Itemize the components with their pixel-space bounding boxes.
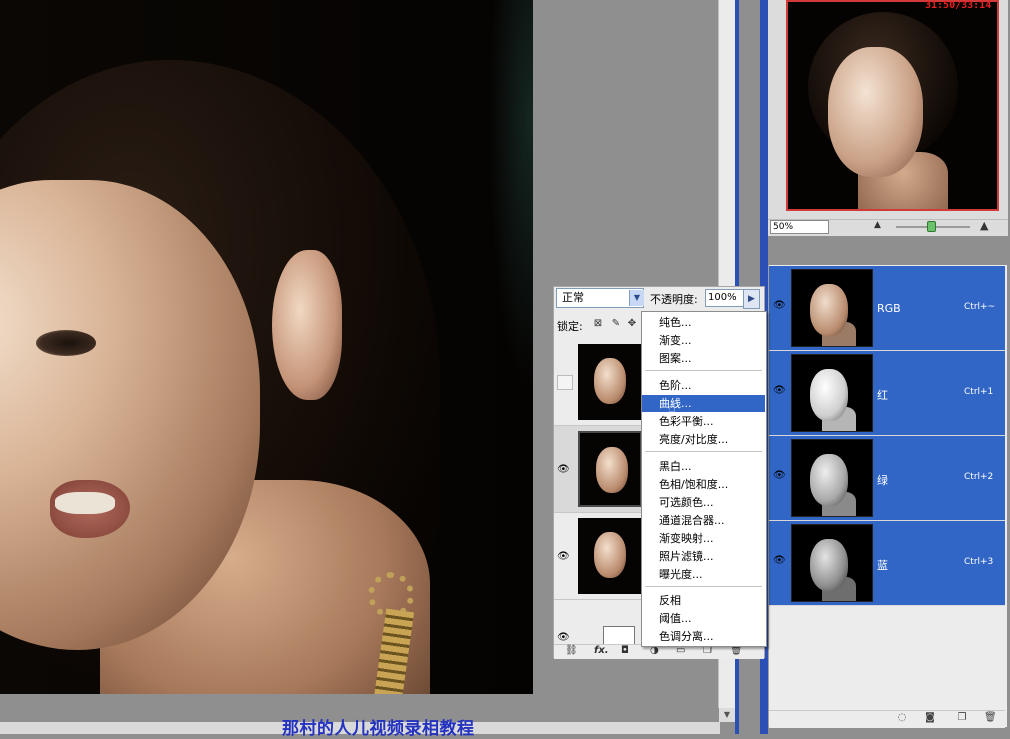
new-channel-icon[interactable]: ❐	[956, 712, 968, 724]
menu-item-hue-saturation[interactable]: 色相/饱和度...	[642, 476, 765, 493]
menu-separator	[645, 370, 762, 371]
zoom-level-field[interactable]: 50%	[770, 220, 829, 234]
channel-thumbnail	[791, 269, 873, 347]
eye-icon[interactable]: 👁	[557, 551, 570, 562]
menu-item-pattern[interactable]: 图案...	[642, 350, 765, 367]
channel-name: RGB	[877, 302, 901, 315]
preview-face	[828, 47, 923, 177]
eye-icon[interactable]: 👁	[557, 464, 570, 475]
menu-item-brightness-contrast[interactable]: 亮度/对比度...	[642, 431, 765, 448]
channel-shortcut: Ctrl+3	[964, 557, 994, 567]
menu-item-channel-mixer[interactable]: 通道混合器...	[642, 512, 765, 529]
channels-footer	[769, 710, 1005, 728]
channel-row-rgb[interactable]: 👁 RGB Ctrl+~	[769, 266, 1005, 351]
tutorial-caption: 那村的人儿视频录相教程	[282, 719, 475, 739]
cursor-hand-icon: ☝	[668, 401, 676, 416]
channel-name: 绿	[877, 474, 888, 487]
chevron-down-icon[interactable]: ▼	[629, 290, 644, 306]
fx-icon[interactable]: fx.	[594, 645, 609, 657]
layer-row-selected[interactable]: 👁	[554, 426, 644, 513]
menu-item-exposure[interactable]: 曝光度...	[642, 566, 765, 583]
eye-icon[interactable]: 👁	[773, 301, 787, 311]
layer-row-top[interactable]	[554, 339, 644, 426]
menu-item-gradient-map[interactable]: 渐变映射...	[642, 530, 765, 547]
thumb-face	[594, 532, 626, 578]
thumb-face	[810, 284, 848, 336]
visibility-toggle[interactable]	[557, 375, 573, 390]
scroll-down-button[interactable]: ▼	[719, 708, 735, 722]
channel-row-red[interactable]: 👁 红 Ctrl+1	[769, 351, 1005, 436]
channel-thumbnail	[791, 439, 873, 517]
menu-item-threshold[interactable]: 阈值...	[642, 610, 765, 627]
portrait-teeth	[55, 492, 115, 514]
channel-thumbnail	[791, 354, 873, 432]
lock-position-icon[interactable]: ✥	[626, 318, 638, 330]
thumb-face	[596, 447, 628, 493]
image-canvas[interactable]	[0, 0, 533, 694]
link-icon[interactable]: ⛓	[565, 645, 578, 657]
lock-label: 锁定:	[557, 320, 583, 333]
eye-icon[interactable]: 👁	[773, 386, 787, 396]
lock-transparency-icon[interactable]: ⊠	[592, 318, 604, 330]
menu-item-invert[interactable]: 反相	[642, 592, 765, 609]
thumb-face	[810, 369, 848, 421]
zoom-slider-handle[interactable]	[927, 221, 936, 232]
opacity-slider-button[interactable]: ▶	[743, 289, 760, 309]
eye-icon[interactable]: 👁	[557, 632, 570, 643]
large-mountain-icon[interactable]: ▲	[980, 219, 988, 232]
layer-thumbnail	[578, 518, 642, 594]
workspace-background	[533, 0, 718, 286]
channel-name: 蓝	[877, 559, 888, 572]
opacity-field[interactable]: 100%	[705, 289, 747, 307]
menu-item-levels[interactable]: 色阶...	[642, 377, 765, 394]
menu-item-gradient[interactable]: 渐变...	[642, 332, 765, 349]
menu-item-solid-color[interactable]: 纯色...	[642, 314, 765, 331]
lock-pixels-icon[interactable]: ✎	[610, 318, 622, 330]
layer-thumbnail	[578, 431, 642, 507]
channel-thumbnail	[791, 524, 873, 602]
eye-icon[interactable]: 👁	[773, 556, 787, 566]
opacity-label: 不透明度:	[650, 293, 698, 306]
layer-thumbnail	[578, 344, 642, 420]
menu-item-selective-color[interactable]: 可选颜色...	[642, 494, 765, 511]
channel-name: 红	[877, 389, 888, 402]
portrait-eye	[36, 330, 96, 356]
mask-icon[interactable]: ◘	[621, 645, 629, 657]
menu-item-color-balance[interactable]: 色彩平衡...	[642, 413, 765, 430]
menu-item-curves[interactable]: 曲线...	[642, 395, 765, 412]
video-timer: 31:50/33:14	[925, 0, 992, 11]
thumb-face	[810, 454, 848, 506]
channel-shortcut: Ctrl+2	[964, 472, 994, 482]
menu-item-posterize[interactable]: 色调分离...	[642, 628, 765, 645]
channel-row-green[interactable]: 👁 绿 Ctrl+2	[769, 436, 1005, 521]
channel-row-blue[interactable]: 👁 蓝 Ctrl+3	[769, 521, 1005, 606]
menu-item-black-white[interactable]: 黑白...	[642, 458, 765, 475]
channel-shortcut: Ctrl+~	[964, 302, 996, 312]
load-selection-icon[interactable]: ◌	[896, 712, 908, 724]
trash-icon[interactable]: 🗑	[984, 712, 997, 724]
thumb-face	[810, 539, 848, 591]
navigator-preview[interactable]	[786, 0, 999, 211]
save-selection-icon[interactable]: ◙	[924, 712, 936, 724]
layer-row-background[interactable]: 👁	[554, 513, 644, 600]
portrait-ear	[272, 250, 342, 400]
channel-shortcut: Ctrl+1	[964, 387, 994, 397]
menu-separator	[645, 451, 762, 452]
thumb-face	[594, 358, 626, 404]
eye-icon[interactable]: 👁	[773, 471, 787, 481]
menu-item-photo-filter[interactable]: 照片滤镜...	[642, 548, 765, 565]
small-mountain-icon[interactable]: ▲	[874, 220, 881, 230]
menu-separator	[645, 586, 762, 587]
